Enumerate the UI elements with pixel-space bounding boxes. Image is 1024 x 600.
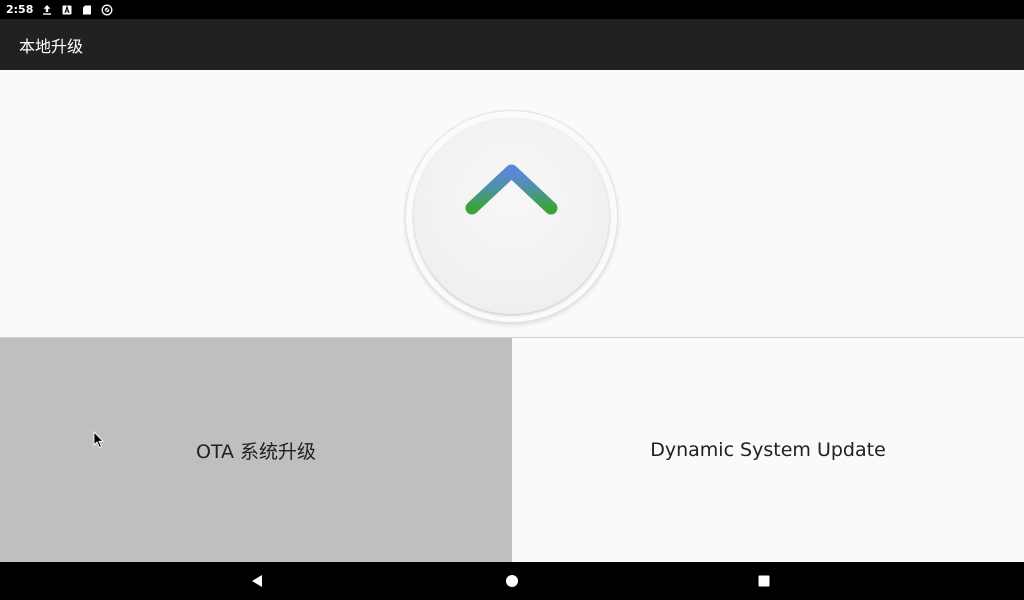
action-bar: 本地升级 bbox=[0, 19, 1024, 70]
recents-button[interactable] bbox=[744, 562, 784, 600]
upgrade-button-face bbox=[414, 119, 609, 314]
status-time: 2:58 bbox=[6, 3, 34, 16]
status-bar: 2:58 bbox=[0, 0, 1024, 19]
content-area: OTA 系统升级 Dynamic System Update bbox=[0, 70, 1024, 562]
arrow-up-icon bbox=[465, 164, 558, 268]
sd-card-icon bbox=[81, 4, 93, 16]
sync-icon bbox=[101, 4, 113, 16]
ota-update-option[interactable]: OTA 系统升级 bbox=[0, 338, 512, 562]
upgrade-button[interactable] bbox=[405, 110, 618, 323]
text-a-icon bbox=[61, 4, 73, 16]
recents-icon bbox=[758, 575, 770, 587]
home-button[interactable] bbox=[492, 562, 532, 600]
back-button[interactable] bbox=[237, 562, 277, 600]
navigation-bar bbox=[0, 562, 1024, 600]
page-title: 本地升级 bbox=[19, 36, 84, 56]
dynamic-system-update-option[interactable]: Dynamic System Update bbox=[512, 338, 1024, 562]
back-icon bbox=[252, 575, 262, 587]
hero-section bbox=[0, 70, 1024, 338]
upgrade-options: OTA 系统升级 Dynamic System Update bbox=[0, 338, 1024, 562]
home-icon bbox=[506, 575, 518, 587]
upload-icon bbox=[41, 4, 53, 16]
mouse-cursor-icon bbox=[93, 431, 105, 449]
